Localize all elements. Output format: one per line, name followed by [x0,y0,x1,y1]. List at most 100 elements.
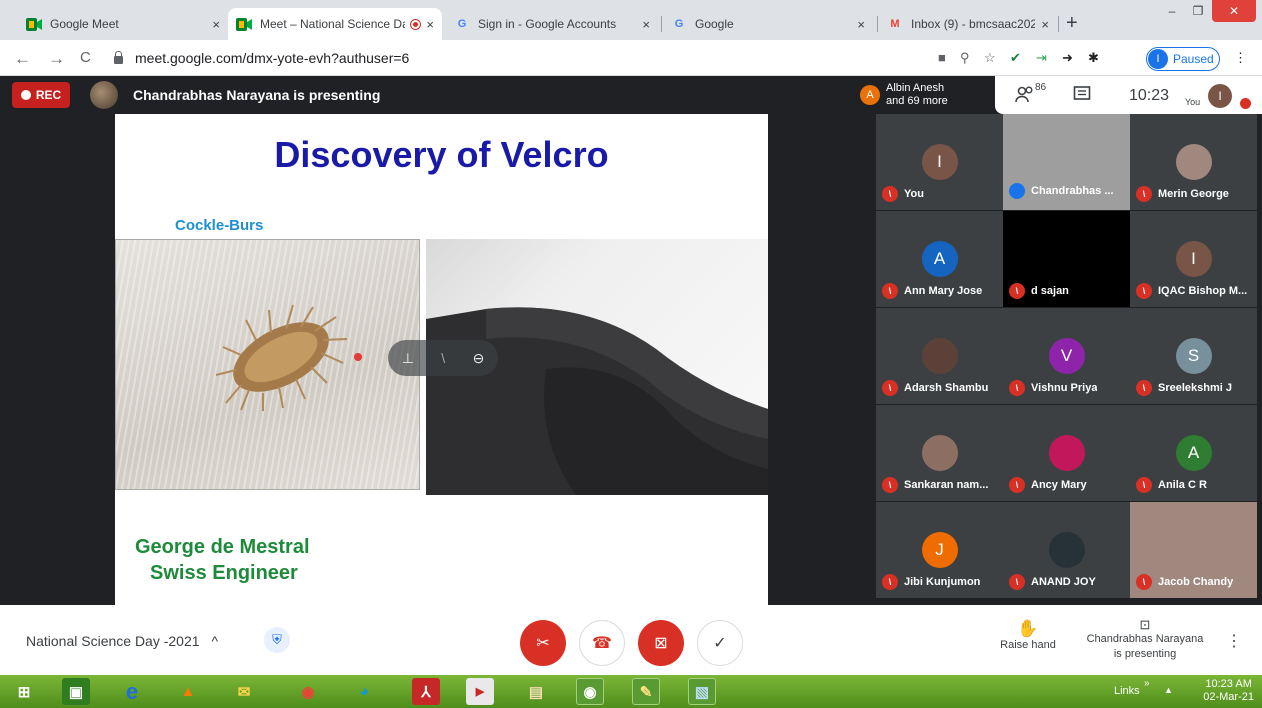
presenting-now-button[interactable]: ⊡ Chandrabhas Narayana is presenting [1080,617,1210,662]
participant-tile[interactable]: \ Sankaran nam... [876,405,1003,501]
participant-tile[interactable]: S \ Sreelekshmi J [1130,308,1257,404]
participant-tile[interactable]: \ ANAND JOY [1003,502,1130,598]
file-explorer-icon[interactable]: ▤ [522,678,550,705]
browser-menu-icon[interactable]: ⋮ [1234,50,1247,66]
participant-tile[interactable]: \ Adarsh Shambu [876,308,1003,404]
people-icon [1015,86,1033,103]
participant-tile[interactable]: A \ Ann Mary Jose [876,211,1003,307]
participant-tile[interactable]: \ Jacob Chandy [1130,502,1257,598]
tab-google[interactable]: G Google × [663,8,873,40]
forward-icon[interactable]: → [48,49,65,69]
paint-icon[interactable]: ✎ [632,678,660,705]
tab-sign-in[interactable]: G Sign in - Google Accounts × [446,8,658,40]
people-count: 86 [1035,82,1047,93]
share-arrow-icon[interactable]: ➜ [1062,50,1073,66]
tab-meet-national-science[interactable]: Meet – National Science Da × [228,8,442,40]
extension-icon[interactable]: ⇥ [1036,50,1047,66]
participant-tile[interactable]: \ Merin George [1130,114,1257,210]
edge-icon[interactable]: ◕ [350,678,378,705]
participant-tile[interactable]: I \ IQAC Bishop M... [1130,211,1257,307]
pin-icon[interactable]: ⊥ [402,350,414,367]
participant-tile[interactable]: A \ Anila C R [1130,405,1257,501]
internet-explorer-icon[interactable]: e [118,678,146,705]
close-tab-icon[interactable]: × [426,17,434,32]
close-tab-icon[interactable]: × [857,17,865,32]
profile-button[interactable]: I Paused [1146,47,1220,71]
chat-button[interactable] [1073,85,1091,108]
media-icon[interactable]: ▶ [466,678,494,705]
participant-footer: \ ANAND JOY [1009,574,1096,590]
puzzle-extensions-icon[interactable]: ✱ [1088,50,1099,66]
tab-inbox[interactable]: M Inbox (9) - bmcsaac2020@gma × [879,8,1057,40]
system-date: 02-Mar-21 [1203,691,1254,703]
participant-name: Merin George [1158,188,1229,200]
participant-tile[interactable]: J \ Jibi Kunjumon [876,502,1003,598]
extension-check-button[interactable]: ✓ [697,620,743,666]
camera-off-icon: ⊠ [654,635,668,652]
chrome-icon[interactable]: ◉ [294,678,322,705]
mail-icon[interactable]: ✉ [230,678,258,705]
close-tab-icon[interactable]: × [642,17,650,32]
system-clock[interactable]: 10:23 AM 02-Mar-21 [1203,678,1254,704]
bookmark-star-icon[interactable]: ☆ [984,50,996,66]
system-time: 10:23 AM [1205,678,1252,690]
participant-tile[interactable]: \ d sajan [1003,211,1130,307]
photo-viewer-icon[interactable]: ▧ [688,678,716,705]
chevron-up-icon: ^ [211,633,219,649]
people-button[interactable] [1015,84,1037,109]
microphone-off-button[interactable]: ✂ [520,620,566,666]
participant-more: and 69 more [886,95,948,107]
camera-in-use-icon[interactable]: ■ [938,50,946,65]
close-tab-icon[interactable]: × [1041,17,1049,32]
zoom-icon[interactable]: ⚲ [960,50,970,66]
more-options-icon[interactable]: ⋮ [1226,631,1242,651]
host-controls-shield-icon[interactable]: ⛨ [264,627,290,653]
acrobat-icon[interactable]: ⅄ [412,678,440,705]
minimize-icon[interactable]: – [1160,0,1184,22]
recording-badge: REC [12,82,70,108]
reload-icon[interactable]: C [80,49,91,66]
participant-avatar: A [921,241,958,277]
participant-tile[interactable]: \ Ancy Mary [1003,405,1130,501]
chrome-active-icon[interactable]: ◉ [576,678,604,705]
leave-call-button[interactable]: ☎ [579,620,625,666]
speaking-indicator-icon [1009,183,1025,199]
tab-title: Google Meet [50,17,119,31]
url-bar[interactable]: meet.google.com/dmx-yote-evh?authuser=6 [108,44,978,72]
toolbar-expand-icon[interactable]: » [1144,678,1150,689]
tab-google-meet[interactable]: Google Meet × [18,8,228,40]
close-tab-icon[interactable]: × [212,17,220,32]
participant-avatar: S [1175,338,1212,374]
remove-icon[interactable]: ⊖ [473,350,485,367]
participant-name: Sreelekshmi J [1158,382,1232,394]
participant-name: Jibi Kunjumon [904,576,981,588]
mic-muted-icon: \ [1009,574,1025,590]
participant-name: Albin Anesh [886,82,945,94]
windows-start-icon[interactable]: ⊞ [10,678,38,705]
maximize-icon[interactable]: ❐ [1186,0,1210,22]
back-icon[interactable]: ← [14,49,31,69]
new-tab-button[interactable]: + [1066,12,1078,35]
camera-off-button[interactable]: ⊠ [638,620,684,666]
other-participants-summary[interactable]: A Albin Anesh and 69 more [856,76,994,114]
close-window-icon[interactable]: ✕ [1212,0,1256,22]
tab-title: Meet – National Science Da [260,17,406,31]
vlc-icon[interactable]: ▲ [174,678,202,705]
checkmark-extension-icon[interactable]: ✔ [1010,50,1021,66]
links-toolbar[interactable]: Links [1114,685,1140,697]
mic-muted-icon: \ [882,186,898,202]
participant-name: You [904,188,924,200]
self-avatar[interactable]: I [1208,84,1232,108]
participant-tile[interactable]: Chandrabhas ... [1003,114,1130,210]
mic-muted-icon: \ [1009,380,1025,396]
participant-footer: \ Ancy Mary [1009,477,1087,493]
store-icon[interactable]: ▣ [62,678,90,705]
raise-hand-button[interactable]: ✋ Raise hand [994,619,1062,651]
participant-tile[interactable]: I \ You [876,114,1003,210]
tray-arrow-icon[interactable]: ▲ [1164,685,1173,695]
participant-tile[interactable]: V \ Vishnu Priya [1003,308,1130,404]
meeting-details-button[interactable]: National Science Day -2021 ^ [26,633,218,649]
mute-icon[interactable]: \ [441,350,445,366]
mic-muted-icon: \ [882,574,898,590]
participant-avatar [921,435,958,471]
